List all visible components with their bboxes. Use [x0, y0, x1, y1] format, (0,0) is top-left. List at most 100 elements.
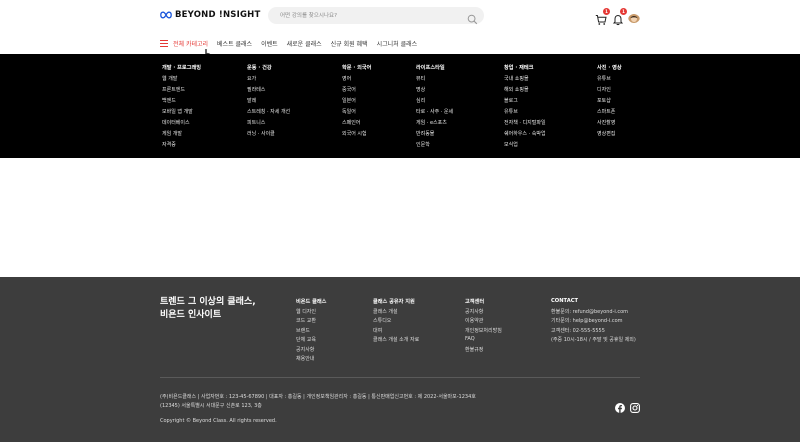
menu-item[interactable]: 중국어	[342, 86, 371, 97]
contact-info: 기타문의: help@beyond-i.com	[551, 318, 623, 324]
footer-link[interactable]: FAQ	[465, 336, 502, 346]
hamburger-menu-icon[interactable]	[160, 39, 168, 47]
nav-events[interactable]: 이벤트	[261, 39, 278, 48]
menu-item[interactable]: 일본어	[342, 97, 371, 108]
menu-item[interactable]: 사진촬영	[597, 119, 622, 130]
nav-signature-classes[interactable]: 시그니처 클래스	[377, 39, 418, 48]
menu-item[interactable]: 자격증	[162, 141, 201, 152]
menu-item[interactable]: 모바일 앱 개발	[162, 108, 201, 119]
footer-link[interactable]: 브랜드	[296, 327, 326, 337]
menu-item[interactable]: 쉐어하우스 · 숙박업	[504, 130, 546, 141]
menu-column-title[interactable]: 사진 · 영상	[597, 64, 622, 75]
menu-column-languages: 학문 · 외국어 영어 중국어 일본어 독일어 스페인어 외국어 시험	[342, 64, 371, 141]
footer-column-customer-center: 고객센터 공지사항 이용약관 개인정보처리방침 FAQ 환불규정	[465, 298, 502, 355]
logo[interactable]: BEYOND !NSIGHT	[160, 10, 260, 20]
footer-link[interactable]: 코드 교환	[296, 317, 326, 327]
cart-button[interactable]: 1	[595, 8, 610, 25]
contact-info: 환불문의: refund@beyond-i.com	[551, 308, 629, 315]
menu-item[interactable]: 국내 쇼핑몰	[504, 75, 546, 86]
menu-column-title[interactable]: 학문 · 외국어	[342, 64, 371, 75]
footer-link[interactable]: 이용약관	[465, 317, 502, 327]
menu-column-dev: 개발 · 프로그래밍 웹 개발 프론트엔드 백엔드 모바일 앱 개발 데이터베이…	[162, 64, 201, 152]
footer-link[interactable]: 공지사항	[296, 346, 326, 356]
menu-column-title[interactable]: 창업 · 재테크	[504, 64, 546, 75]
menu-item[interactable]: 러닝 · 사이클	[247, 130, 290, 141]
menu-item[interactable]: 영상편집	[597, 130, 622, 141]
menu-column-title[interactable]: 개발 · 프로그래밍	[162, 64, 201, 75]
nav-new-member-benefits[interactable]: 신규 회원 혜택	[331, 39, 368, 48]
contact-info: (주중 10시-18시 / 주말 및 공휴일 제외)	[551, 337, 636, 343]
footer-link[interactable]: 개인정보처리방침	[465, 327, 502, 337]
footer-column-title: 비욘드 클래스	[296, 299, 327, 305]
menu-item[interactable]: 포토샵	[597, 97, 622, 108]
menu-item[interactable]: 데이터베이스	[162, 119, 201, 130]
footer-column-beyond-class: 비욘드 클래스 웹 디자인 코드 교환 브랜드 단체 교육 공지사항 채용안내	[296, 298, 326, 365]
avatar[interactable]	[628, 11, 640, 23]
menu-item[interactable]: 발레	[247, 97, 290, 108]
menu-item[interactable]: 스마트폰	[597, 108, 622, 119]
menu-item[interactable]: 스페인어	[342, 119, 371, 130]
menu-item[interactable]: 반려동물	[416, 130, 453, 141]
menu-item[interactable]: 독일어	[342, 108, 371, 119]
facebook-icon[interactable]	[615, 398, 625, 413]
menu-column-business: 창업 · 재테크 국내 쇼핑몰 해외 쇼핑몰 블로그 유튜브 전자책 · 디지털…	[504, 64, 546, 152]
menu-item[interactable]: 인문학	[416, 141, 453, 152]
menu-item[interactable]: 명상	[416, 86, 453, 97]
contact-info: 고객센터: 02-555-5555	[551, 327, 605, 334]
footer-column-title: CONTACT	[551, 298, 579, 304]
footer-tagline: 트렌드 그 이상의 클래스, 비욘드 인사이트	[160, 296, 256, 322]
footer-link[interactable]: 공지사항	[465, 308, 502, 318]
menu-item[interactable]: 타로 · 사주 · 운세	[416, 108, 453, 119]
search-input[interactable]	[280, 7, 460, 24]
nav-best-classes[interactable]: 베스트 클래스	[217, 39, 252, 48]
company-info: (주)비욘드클래스 | 사업자번호 : 123-45-67890 | 대표자 :…	[160, 394, 476, 400]
footer-link[interactable]: 스튜디오	[373, 317, 419, 327]
menu-item[interactable]: 게임 · e스포츠	[416, 119, 453, 130]
menu-item[interactable]: 요가	[247, 75, 290, 86]
menu-item[interactable]: 블로그	[504, 97, 546, 108]
footer-column-title: 고객센터	[465, 299, 485, 305]
infinity-logo-icon	[160, 11, 172, 19]
menu-item[interactable]: 프론트엔드	[162, 86, 201, 97]
menu-column-fitness: 운동 · 건강 요가 필라테스 발레 스트레칭 · 자세 개선 피트니스 러닝 …	[247, 64, 290, 141]
menu-item[interactable]: 백엔드	[162, 97, 201, 108]
category-nav: 전체 카테고리 베스트 클래스 이벤트 새로운 클래스 신규 회원 혜택 시그니…	[160, 37, 426, 49]
footer-link[interactable]: 클래스 개설	[373, 308, 419, 318]
footer-link[interactable]: 대여	[373, 327, 419, 337]
menu-column-title[interactable]: 운동 · 건강	[247, 64, 290, 75]
menu-item[interactable]: 심리	[416, 97, 453, 108]
cart-badge: 1	[603, 8, 610, 15]
search-icon[interactable]	[467, 10, 478, 25]
instagram-icon[interactable]	[630, 398, 640, 413]
menu-item[interactable]: 모식업	[504, 141, 546, 152]
notification-button[interactable]: 1	[612, 8, 627, 26]
menu-item[interactable]: 피트니스	[247, 119, 290, 130]
menu-item[interactable]: 유튜브	[504, 108, 546, 119]
notification-badge: 1	[620, 8, 627, 15]
footer-divider	[160, 377, 640, 378]
footer-link[interactable]: 채용안내	[296, 355, 326, 365]
menu-item[interactable]: 외국어 시험	[342, 130, 371, 141]
nav-new-classes[interactable]: 새로운 클래스	[287, 39, 322, 48]
menu-item[interactable]: 필라테스	[247, 86, 290, 97]
footer-column-title: 클래스 공유자 지원	[373, 299, 415, 305]
menu-item[interactable]: 게임 개발	[162, 130, 201, 141]
footer-link[interactable]: 환불규정	[465, 346, 502, 356]
footer: 트렌드 그 이상의 클래스, 비욘드 인사이트 비욘드 클래스 웹 디자인 코드…	[0, 277, 800, 442]
logo-text: BEYOND !NSIGHT	[175, 10, 261, 20]
search-bar	[268, 7, 484, 25]
menu-item[interactable]: 스트레칭 · 자세 개선	[247, 108, 290, 119]
footer-link[interactable]: 웹 디자인	[296, 308, 326, 318]
footer-link[interactable]: 단체 교육	[296, 336, 326, 346]
menu-item[interactable]: 뷰티	[416, 75, 453, 86]
menu-item[interactable]: 웹 개발	[162, 75, 201, 86]
menu-item[interactable]: 전자책 · 디지털파일	[504, 119, 546, 130]
menu-item[interactable]: 디자인	[597, 86, 622, 97]
footer-column-creator-support: 클래스 공유자 지원 클래스 개설 스튜디오 대여 클래스 개설 소개 자료	[373, 298, 419, 346]
footer-link[interactable]: 클래스 개설 소개 자료	[373, 336, 419, 346]
menu-item[interactable]: 영어	[342, 75, 371, 86]
mega-menu: 개발 · 프로그래밍 웹 개발 프론트엔드 백엔드 모바일 앱 개발 데이터베이…	[0, 54, 800, 158]
menu-item[interactable]: 유튜브	[597, 75, 622, 86]
menu-column-title[interactable]: 라이프스타일	[416, 64, 453, 75]
menu-item[interactable]: 해외 쇼핑몰	[504, 86, 546, 97]
